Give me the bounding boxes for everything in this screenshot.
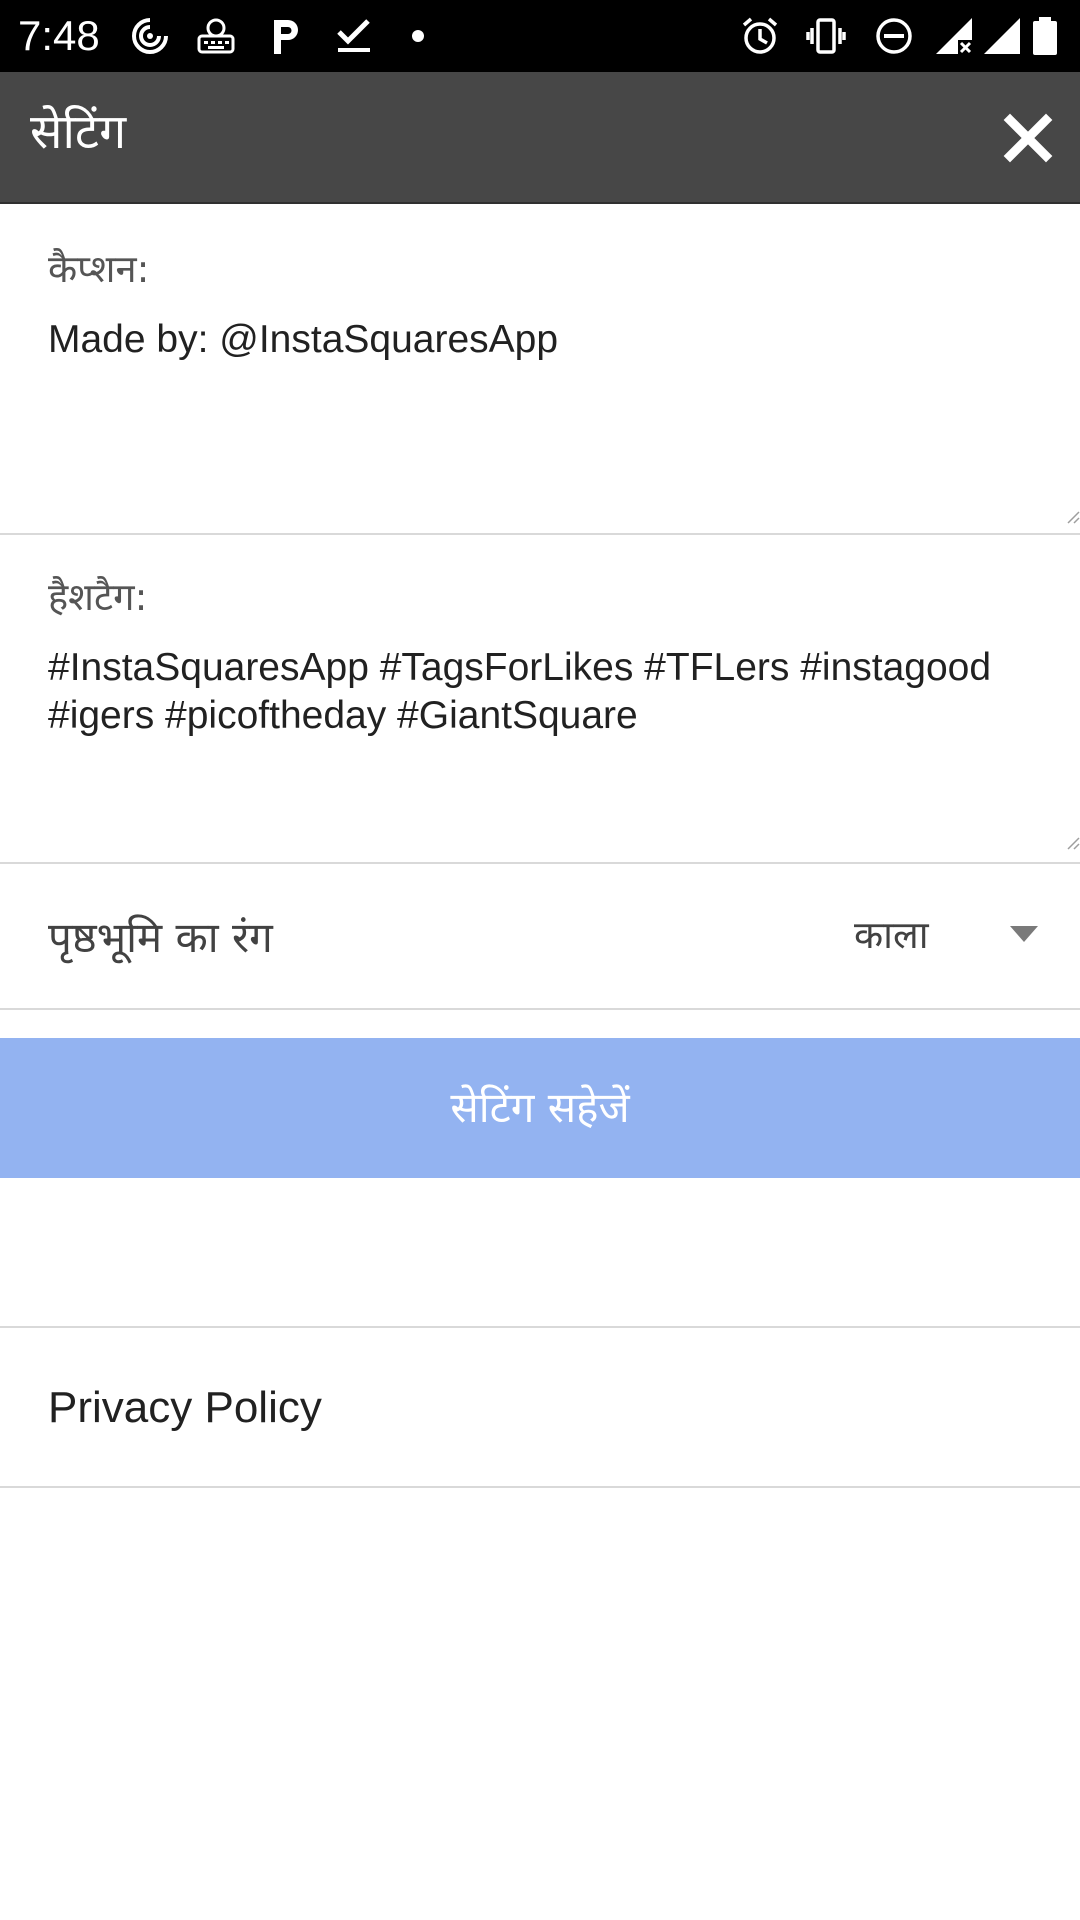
divider (0, 1486, 1080, 1488)
keyboard-app-icon (196, 16, 236, 56)
toolbar: सेटिंग (0, 72, 1080, 204)
alarm-icon (740, 16, 780, 56)
do-not-disturb-icon (874, 16, 914, 56)
hashtags-section: हैशटैग: #InstaSquaresApp #TagsForLikes #… (0, 536, 1080, 862)
resize-grip-icon[interactable] (1066, 510, 1080, 524)
save-settings-label: सेटिंग सहेजें (450, 1083, 630, 1132)
divider (0, 1008, 1080, 1010)
background-color-label: पृष्ठभूमि का रंग (48, 913, 273, 962)
resize-grip-icon[interactable] (1066, 836, 1080, 850)
background-color-select[interactable]: काला (820, 900, 1040, 970)
hashtags-label: हैशटैग: (48, 575, 148, 619)
status-bar: 7:48 (0, 0, 1080, 72)
close-button[interactable] (1002, 112, 1054, 164)
task-check-icon (334, 16, 374, 56)
privacy-policy-link[interactable]: Privacy Policy (0, 1328, 1080, 1486)
save-settings-button[interactable]: सेटिंग सहेजें (0, 1038, 1080, 1178)
divider (0, 862, 1080, 864)
dropdown-caret-icon (1008, 924, 1040, 944)
status-time: 7:48 (18, 12, 100, 59)
hashtags-textarea[interactable]: #InstaSquaresApp #TagsForLikes #TFLers #… (48, 644, 1048, 740)
page-title: सेटिंग (30, 104, 127, 160)
divider (0, 533, 1080, 535)
vibrate-icon (806, 16, 846, 56)
battery-icon (1030, 16, 1060, 56)
notification-dot-icon (398, 16, 438, 56)
close-icon (1003, 113, 1053, 163)
signal-no-data-icon (934, 16, 974, 56)
background-color-value: काला (854, 913, 929, 957)
parking-app-icon (266, 16, 306, 56)
signal-icon (982, 16, 1022, 56)
caption-textarea[interactable]: Made by: @InstaSquaresApp (48, 316, 1048, 364)
caption-label: कैप्शन: (48, 247, 150, 291)
swirl-app-icon (130, 16, 170, 56)
privacy-policy-label: Privacy Policy (48, 1383, 322, 1432)
caption-section: कैप्शन: Made by: @InstaSquaresApp (0, 206, 1080, 534)
